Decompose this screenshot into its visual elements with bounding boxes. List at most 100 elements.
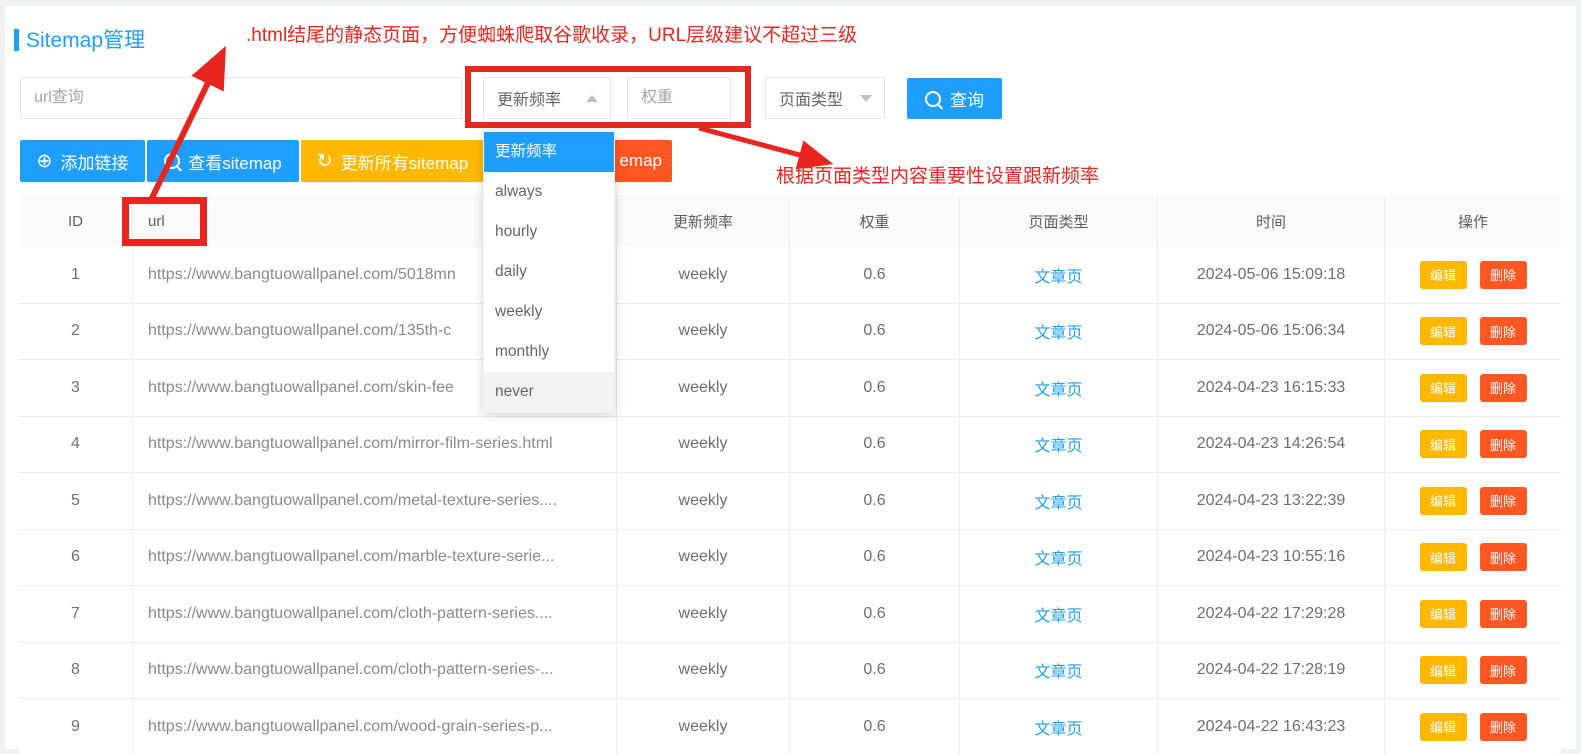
chevron-up-icon <box>586 95 598 102</box>
chevron-down-icon <box>860 95 872 102</box>
edit-button[interactable]: 编辑 <box>1420 600 1467 628</box>
cell-url: https://www.bangtuowallpanel.com/mirror-… <box>133 417 617 473</box>
cell-weight: 0.6 <box>790 586 960 642</box>
column-header-id: ID <box>19 195 133 247</box>
page-type-link[interactable]: 文章页 <box>960 530 1158 586</box>
cell-id: 9 <box>19 699 133 754</box>
cell-frequency: weekly <box>617 304 790 360</box>
page-type-link[interactable]: 文章页 <box>960 586 1158 642</box>
frequency-option[interactable]: 更新频率 <box>484 132 614 172</box>
cell-actions: 编辑 删除 <box>1385 586 1561 642</box>
cell-weight: 0.6 <box>790 699 960 754</box>
url-search-input[interactable] <box>20 77 462 119</box>
table-row: 3 https://www.bangtuowallpanel.com/skin-… <box>19 360 1561 417</box>
cell-id: 1 <box>19 247 133 303</box>
edit-button[interactable]: 编辑 <box>1420 543 1467 571</box>
cell-actions: 编辑 删除 <box>1385 247 1561 303</box>
page-type-link[interactable]: 文章页 <box>960 417 1158 473</box>
table-body: 1 https://www.bangtuowallpanel.com/5018m… <box>19 247 1561 754</box>
cell-id: 7 <box>19 586 133 642</box>
cell-frequency: weekly <box>617 247 790 303</box>
add-link-button[interactable]: ⊕ 添加链接 <box>20 140 145 182</box>
cell-actions: 编辑 删除 <box>1385 530 1561 586</box>
annotation-top: .html结尾的静态页面，方便蜘蛛爬取谷歌收录，URL层级建议不超过三级 <box>246 20 857 47</box>
table-row: 2 https://www.bangtuowallpanel.com/135th… <box>19 304 1561 361</box>
edit-button[interactable]: 编辑 <box>1420 430 1467 458</box>
sitemap-management-page: Sitemap管理 .html结尾的静态页面，方便蜘蛛爬取谷歌收录，URL层级建… <box>0 0 1581 754</box>
cell-actions: 编辑 删除 <box>1385 643 1561 699</box>
edit-button[interactable]: 编辑 <box>1420 261 1467 289</box>
update-all-sitemap-button[interactable]: ↻ 更新所有sitemap <box>301 140 484 182</box>
frequency-option[interactable]: always <box>484 172 614 212</box>
delete-button[interactable]: 删除 <box>1480 430 1527 458</box>
frequency-select[interactable]: 更新频率 <box>483 77 611 119</box>
search-button[interactable]: 查询 <box>907 78 1002 119</box>
cell-time: 2024-04-22 16:43:23 <box>1158 699 1385 754</box>
column-header-weight: 权重 <box>790 195 960 247</box>
frequency-option[interactable]: weekly <box>484 292 614 332</box>
cell-frequency: weekly <box>617 530 790 586</box>
page-type-link[interactable]: 文章页 <box>960 304 1158 360</box>
cell-actions: 编辑 删除 <box>1385 417 1561 473</box>
page-type-link[interactable]: 文章页 <box>960 699 1158 754</box>
delete-button[interactable]: 删除 <box>1480 487 1527 515</box>
page-title: Sitemap管理 <box>26 24 145 54</box>
column-header-page-type: 页面类型 <box>960 195 1158 247</box>
page-type-link[interactable]: 文章页 <box>960 360 1158 416</box>
search-button-label: 查询 <box>950 86 984 111</box>
cell-time: 2024-04-22 17:29:28 <box>1158 586 1385 642</box>
cell-time: 2024-05-06 15:09:18 <box>1158 247 1385 303</box>
edit-button[interactable]: 编辑 <box>1420 487 1467 515</box>
frequency-option[interactable]: never <box>484 372 614 412</box>
edit-button[interactable]: 编辑 <box>1420 713 1467 741</box>
cell-frequency: weekly <box>617 586 790 642</box>
page-type-link[interactable]: 文章页 <box>960 247 1158 303</box>
cell-id: 2 <box>19 304 133 360</box>
weight-input[interactable] <box>627 77 731 119</box>
column-header-frequency: 更新频率 <box>617 195 790 247</box>
frequency-option[interactable]: daily <box>484 252 614 292</box>
table-header-row: ID url 更新频率 权重 页面类型 时间 操作 <box>19 195 1561 247</box>
cell-weight: 0.6 <box>790 473 960 529</box>
magnifier-icon <box>925 91 941 107</box>
column-header-time: 时间 <box>1158 195 1385 247</box>
frequency-select-label: 更新频率 <box>497 86 561 110</box>
cell-url: https://www.bangtuowallpanel.com/metal-t… <box>133 473 617 529</box>
delete-button[interactable]: 删除 <box>1480 543 1527 571</box>
cell-weight: 0.6 <box>790 247 960 303</box>
table-row: 1 https://www.bangtuowallpanel.com/5018m… <box>19 247 1561 304</box>
frequency-option[interactable]: monthly <box>484 332 614 372</box>
cell-url: https://www.bangtuowallpanel.com/cloth-p… <box>133 643 617 699</box>
frequency-option[interactable]: hourly <box>484 212 614 252</box>
delete-button[interactable]: 删除 <box>1480 713 1527 741</box>
delete-button[interactable]: 删除 <box>1480 656 1527 684</box>
cell-frequency: weekly <box>617 360 790 416</box>
cell-frequency: weekly <box>617 699 790 754</box>
cell-url: https://www.bangtuowallpanel.com/wood-gr… <box>133 699 617 754</box>
cell-id: 8 <box>19 643 133 699</box>
edit-button[interactable]: 编辑 <box>1420 656 1467 684</box>
cell-time: 2024-05-06 15:06:34 <box>1158 304 1385 360</box>
page-type-link[interactable]: 文章页 <box>960 473 1158 529</box>
cell-id: 3 <box>19 360 133 416</box>
view-sitemap-button[interactable]: 查看sitemap <box>147 140 299 182</box>
sitemap-table: ID url 更新频率 权重 页面类型 时间 操作 1 https://www.… <box>19 195 1561 754</box>
cell-weight: 0.6 <box>790 417 960 473</box>
cell-id: 5 <box>19 473 133 529</box>
cell-actions: 编辑 删除 <box>1385 473 1561 529</box>
cell-actions: 编辑 删除 <box>1385 360 1561 416</box>
delete-button[interactable]: 删除 <box>1480 317 1527 345</box>
delete-button[interactable]: 删除 <box>1480 261 1527 289</box>
delete-button[interactable]: 删除 <box>1480 374 1527 402</box>
table-row: 6 https://www.bangtuowallpanel.com/marbl… <box>19 530 1561 587</box>
cell-time: 2024-04-23 14:26:54 <box>1158 417 1385 473</box>
edit-button[interactable]: 编辑 <box>1420 374 1467 402</box>
delete-button[interactable]: 删除 <box>1480 600 1527 628</box>
edit-button[interactable]: 编辑 <box>1420 317 1467 345</box>
plus-circle-icon: ⊕ <box>37 152 53 171</box>
cell-time: 2024-04-23 10:55:16 <box>1158 530 1385 586</box>
table-row: 4 https://www.bangtuowallpanel.com/mirro… <box>19 417 1561 474</box>
add-link-label: 添加链接 <box>60 149 128 174</box>
page-type-link[interactable]: 文章页 <box>960 643 1158 699</box>
page-type-select[interactable]: 页面类型 <box>765 77 885 119</box>
